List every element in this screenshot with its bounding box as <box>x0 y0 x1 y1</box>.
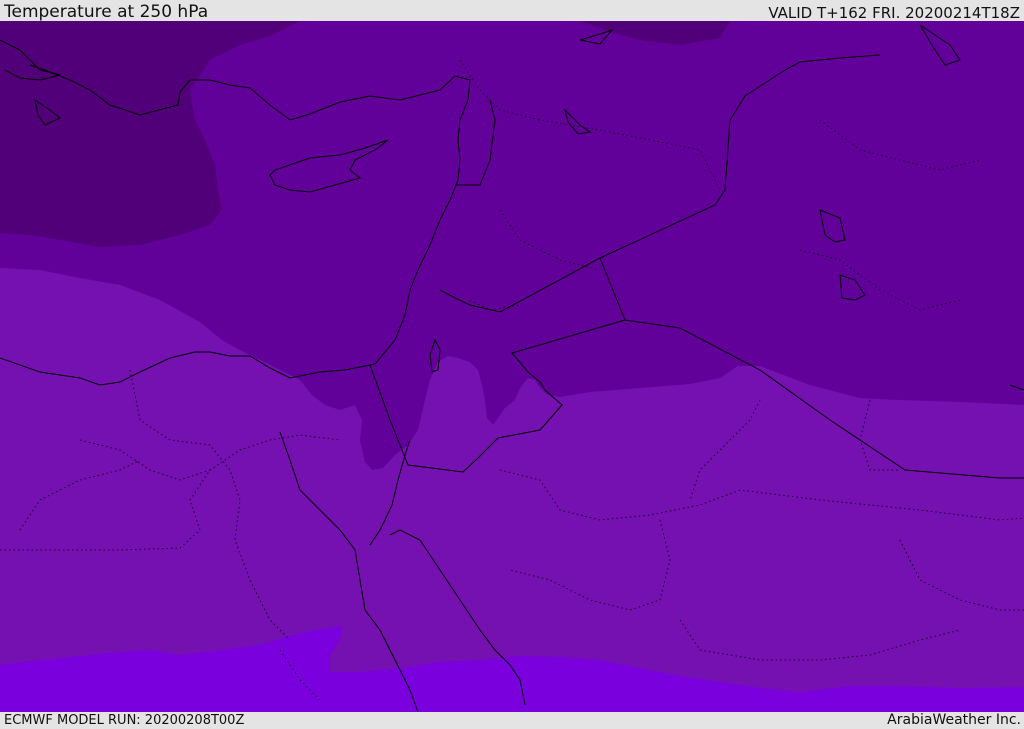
header-bar: Temperature at 250 hPa VALID T+162 FRI. … <box>0 0 1024 21</box>
credit-label: ArabiaWeather Inc. <box>887 712 1021 728</box>
footer-bar: ECMWF MODEL RUN: 20200208T00Z ArabiaWeat… <box>0 712 1024 729</box>
map-title: Temperature at 250 hPa <box>4 2 209 22</box>
map-canvas[interactable] <box>0 21 1024 712</box>
model-run-label: ECMWF MODEL RUN: 20200208T00Z <box>4 713 245 728</box>
valid-time: VALID T+162 FRI. 20200214T18Z <box>768 4 1020 22</box>
